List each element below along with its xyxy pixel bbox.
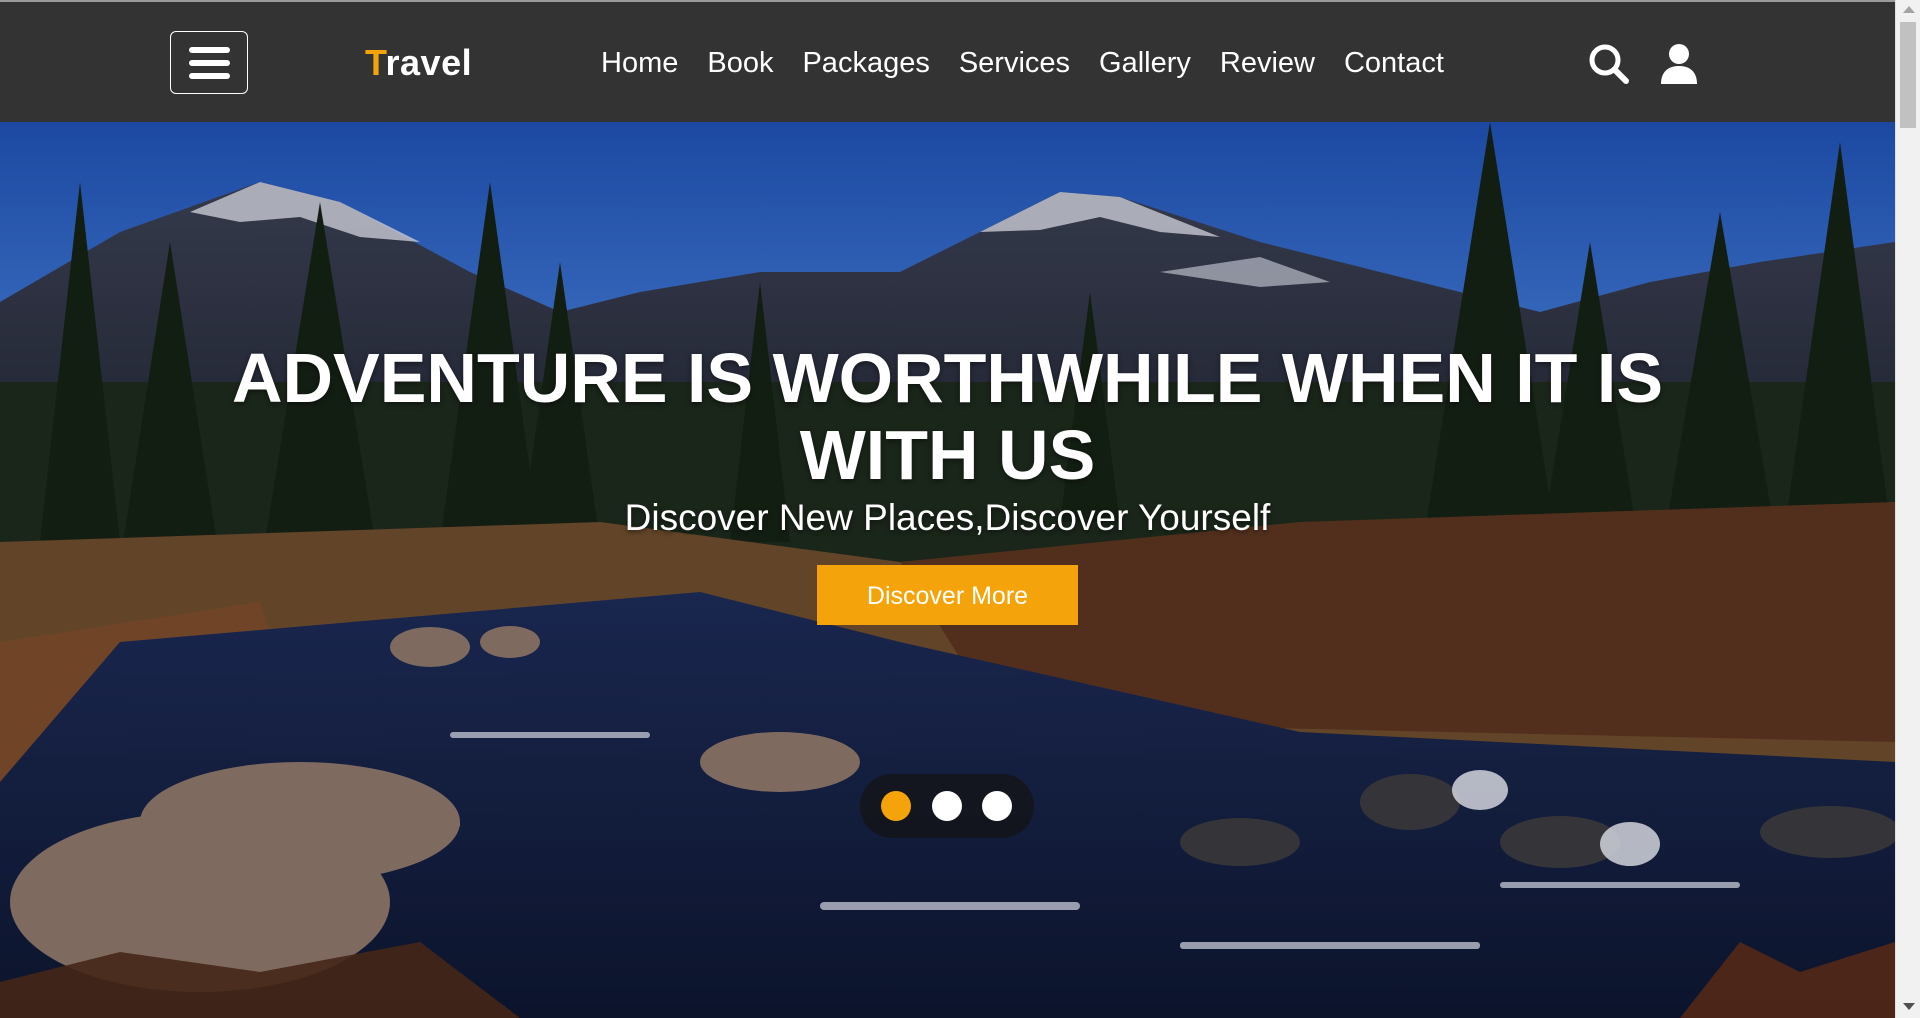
user-icon[interactable]: [1657, 42, 1701, 86]
scroll-down-arrow-icon[interactable]: [1903, 1003, 1915, 1010]
logo-accent-letter: T: [365, 42, 386, 83]
discover-more-button[interactable]: Discover More: [817, 565, 1078, 625]
hamburger-line: [189, 73, 230, 79]
nav-review[interactable]: Review: [1220, 44, 1315, 82]
nav-services[interactable]: Services: [959, 44, 1070, 82]
vertical-scrollbar[interactable]: [1895, 0, 1920, 1018]
logo-text: ravel: [385, 42, 473, 83]
hamburger-menu-button[interactable]: [170, 31, 248, 94]
carousel-dot-3[interactable]: [982, 791, 1012, 821]
hamburger-line: [189, 60, 230, 66]
scroll-up-arrow-icon[interactable]: [1903, 6, 1915, 13]
site-logo[interactable]: Travel: [365, 42, 472, 84]
hamburger-line: [189, 47, 230, 53]
hero-section: ADVENTURE IS WORTHWHILE WHEN IT IS WITH …: [0, 122, 1895, 1018]
hero-title: ADVENTURE IS WORTHWHILE WHEN IT IS WITH …: [231, 339, 1664, 494]
scroll-thumb[interactable]: [1900, 22, 1916, 128]
carousel-dots: [860, 774, 1034, 838]
hero-subtitle: Discover New Places,Discover Yourself: [624, 497, 1271, 538]
carousel-dot-1-active[interactable]: [881, 791, 911, 821]
carousel-dot-2[interactable]: [932, 791, 962, 821]
search-icon[interactable]: [1587, 42, 1631, 86]
nav-home[interactable]: Home: [601, 44, 678, 82]
nav-packages[interactable]: Packages: [802, 44, 929, 82]
nav-book[interactable]: Book: [707, 44, 773, 82]
main-nav: Home Book Packages Services Gallery Revi…: [601, 44, 1473, 82]
page: Travel Home Book Packages Services Galle…: [0, 0, 1920, 1018]
nav-contact[interactable]: Contact: [1344, 44, 1444, 82]
site-header: Travel Home Book Packages Services Galle…: [0, 0, 1895, 122]
nav-gallery[interactable]: Gallery: [1099, 44, 1191, 82]
